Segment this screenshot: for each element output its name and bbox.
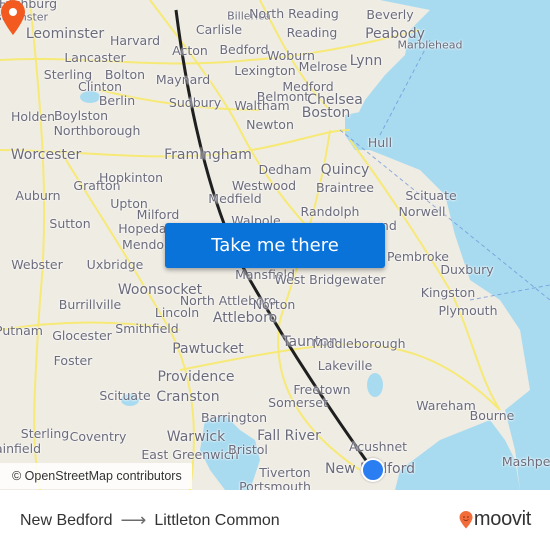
arrow-right-icon: ⟶ xyxy=(120,510,147,530)
place-label: Uxbridge xyxy=(86,256,144,272)
origin-marker-icon[interactable] xyxy=(361,458,385,482)
place-label: ainfield xyxy=(0,440,42,456)
place-label: Harvard xyxy=(109,32,161,48)
place-label: Wareham xyxy=(416,397,476,413)
place-label: Scituate xyxy=(99,387,151,403)
place-label: Tiverton xyxy=(259,464,311,480)
moovit-pin-icon xyxy=(459,510,473,528)
place-label: Bedford xyxy=(219,41,269,57)
place-label: Hull xyxy=(367,134,393,150)
lakeville-ponds xyxy=(367,373,383,397)
take-me-there-button[interactable]: Take me there xyxy=(165,223,385,268)
place-label: Holden xyxy=(10,108,56,124)
place-label: Attleboro xyxy=(212,310,278,326)
place-label: Acushnet xyxy=(348,438,408,454)
place-label: Randolph xyxy=(300,203,360,219)
place-label: Hopkinton xyxy=(98,169,164,185)
place-label: Somerset xyxy=(268,394,328,410)
place-label: Bourne xyxy=(469,407,515,423)
place-label: Milford xyxy=(136,206,180,222)
place-label: Burrillville xyxy=(58,296,122,312)
place-label: Lynn xyxy=(349,53,383,69)
place-label: Plymouth xyxy=(438,302,498,318)
place-label: Leominster xyxy=(25,26,105,42)
place-label: Warwick xyxy=(166,429,226,445)
place-label: Framingham xyxy=(164,147,252,163)
place-label: Kingston xyxy=(420,284,476,300)
place-label: Lakeville xyxy=(317,357,373,373)
destination-pin-icon[interactable] xyxy=(0,0,26,36)
place-label: North Reading xyxy=(249,5,339,21)
place-label: Lincoln xyxy=(154,304,200,320)
place-label: West Bridgewater xyxy=(274,271,386,287)
place-label: Webster xyxy=(11,256,63,272)
place-label: Auburn xyxy=(15,187,61,203)
map-attribution[interactable]: © OpenStreetMap contributors xyxy=(0,463,192,489)
place-label: Pawtucket xyxy=(172,341,244,357)
place-label: Beverly xyxy=(366,6,414,22)
place-label: Providence xyxy=(157,369,235,385)
footer: New Bedford ⟶ Littleton Common moovit xyxy=(0,490,550,550)
origin-label: New Bedford xyxy=(20,511,113,529)
place-label: Duxbury xyxy=(440,261,494,277)
place-label: Waltham xyxy=(234,97,290,113)
place-label: Sutton xyxy=(49,215,91,231)
place-label: Coventry xyxy=(69,428,127,444)
place-label: Boylston xyxy=(53,107,109,123)
route-title: New Bedford ⟶ Littleton Common xyxy=(20,510,280,531)
place-label: Berlin xyxy=(98,92,136,108)
moovit-logo[interactable]: moovit xyxy=(459,508,531,531)
place-label: Marblehead xyxy=(397,38,463,52)
place-label: Glocester xyxy=(52,327,112,343)
brand-name: moovit xyxy=(473,508,531,530)
place-label: Lexington xyxy=(234,62,296,78)
place-label: Reading xyxy=(286,24,338,40)
place-label: Scituate xyxy=(405,187,457,203)
place-label: Norton xyxy=(252,296,296,312)
place-label: Barrington xyxy=(200,409,268,425)
place-label: Bristol xyxy=(228,441,268,457)
place-label: Middleborough xyxy=(312,335,406,351)
place-label: Braintree xyxy=(316,179,374,195)
place-label: Norwell xyxy=(398,203,446,219)
place-label: Sterling xyxy=(20,425,70,441)
place-label: Melrose xyxy=(298,58,348,74)
place-label: Mashpee xyxy=(501,453,550,469)
destination-label: Littleton Common xyxy=(154,511,280,529)
map[interactable]: Fitchburg Leominster stminster Harvard Lanca… xyxy=(0,0,550,490)
place-label: Lancaster xyxy=(64,49,126,65)
place-label: Worcester xyxy=(10,147,82,163)
place-label: Newton xyxy=(246,116,294,132)
place-label: Dedham xyxy=(258,161,312,177)
place-label: Medfield xyxy=(208,190,262,206)
place-label: Maynard xyxy=(155,71,211,87)
place-label: Putnam xyxy=(0,322,43,338)
place-label: Cranston xyxy=(156,389,220,405)
place-label: Sudbury xyxy=(168,94,222,110)
place-label: Northborough xyxy=(53,122,141,138)
place-label: Clinton xyxy=(77,78,123,94)
place-label: Foster xyxy=(53,352,93,368)
place-label: Quincy xyxy=(320,162,370,178)
place-label: Acton xyxy=(172,42,208,58)
place-label: Portsmouth xyxy=(239,478,311,490)
place-label: Fall River xyxy=(257,428,321,444)
place-label: Smithfield xyxy=(115,320,179,336)
place-label: East Greenwich xyxy=(141,446,239,462)
place-label: Boston xyxy=(301,105,351,121)
place-label: Carlisle xyxy=(195,21,243,37)
